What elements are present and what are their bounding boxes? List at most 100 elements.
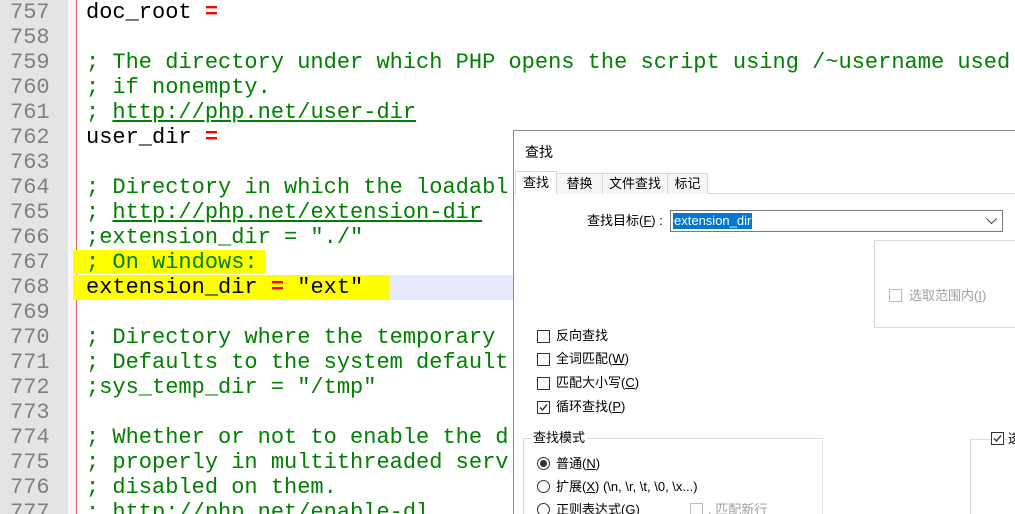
- line-number[interactable]: 777: [10, 500, 50, 514]
- regex-row: 正则表达式(G) . 匹配新行: [513, 500, 1015, 514]
- find-what-combobox[interactable]: extension_dir: [670, 210, 1003, 232]
- line-number[interactable]: 765: [10, 200, 50, 225]
- accelerator-key: C: [625, 375, 635, 390]
- line-number[interactable]: 761: [10, 100, 50, 125]
- code-comment: ; Defaults to the system default: [86, 350, 509, 375]
- line-number[interactable]: 771: [10, 350, 50, 375]
- label-text: 全词匹配(: [556, 351, 613, 366]
- code-line[interactable]: ; Directory in which the loadabl: [86, 175, 508, 200]
- code-line[interactable]: extension_dir = "ext": [86, 275, 363, 300]
- whole-word-checkbox[interactable]: [537, 353, 550, 366]
- line-number[interactable]: 775: [10, 450, 50, 475]
- line-number[interactable]: 763: [10, 150, 50, 175]
- code-line[interactable]: ;sys_temp_dir = "/tmp": [86, 375, 376, 400]
- code-line[interactable]: ; Whether or not to enable the d: [86, 425, 508, 450]
- chevron-down-icon[interactable]: [986, 218, 997, 225]
- code-line[interactable]: ; On windows:: [86, 250, 258, 275]
- line-number[interactable]: 770: [10, 325, 50, 350]
- label-text: 查找模式: [531, 430, 588, 445]
- line-number[interactable]: 758: [10, 25, 50, 50]
- line-number-gutter[interactable]: 757 758 759 760 761 762 763 764 765 766 767 768 769 7…: [0, 0, 68, 514]
- checkmark-icon: [539, 404, 548, 412]
- code-comment: ;extension_dir = "./": [86, 225, 364, 250]
- find-dialog: 查找 查找 替换 文件查找 标记 查找目标(F) : extension_dir…: [513, 130, 1015, 514]
- code-comment: ;: [86, 200, 113, 225]
- code-text: doc_root: [86, 0, 205, 25]
- line-number[interactable]: 762: [10, 125, 50, 150]
- code-comment: ; properly in multithreaded serv: [86, 450, 509, 475]
- code-comment: ; Directory in which the loadabl: [86, 175, 509, 200]
- line-number[interactable]: 768: [10, 275, 50, 300]
- label-text: 匹配大小写(: [556, 375, 626, 390]
- code-link[interactable]: http://php.net/extension-dir: [112, 200, 482, 225]
- label-text: ): [635, 502, 640, 514]
- tab-find-in-files[interactable]: 文件查找: [602, 173, 668, 194]
- tab-mark[interactable]: 标记: [667, 173, 708, 194]
- tab-replace[interactable]: 替换: [556, 173, 603, 194]
- dialog-border: [513, 130, 514, 514]
- code-link[interactable]: http://php.net/enable-dl: [112, 500, 429, 514]
- line-number[interactable]: 773: [10, 400, 50, 425]
- mode-normal-label[interactable]: 普通(N): [556, 455, 600, 473]
- match-case-label[interactable]: 匹配大小写(C): [556, 374, 639, 392]
- line-number[interactable]: 776: [10, 475, 50, 500]
- mode-regex-label[interactable]: 正则表达式(G): [556, 501, 640, 514]
- code-comment: ; if nonempty.: [86, 75, 271, 100]
- code-comment: ; disabled on them.: [86, 475, 337, 500]
- line-number[interactable]: 769: [10, 300, 50, 325]
- code-text: "ext": [284, 275, 364, 300]
- line-number[interactable]: 772: [10, 375, 50, 400]
- dialog-title-bar[interactable]: 查找: [514, 131, 1015, 170]
- line-number[interactable]: 774: [10, 425, 50, 450]
- mode-extended-radio[interactable]: [537, 480, 550, 493]
- label-text: 普通(: [556, 456, 587, 471]
- line-number[interactable]: 759: [10, 50, 50, 75]
- label-text: ): [595, 456, 601, 471]
- dot-matches-newline-label[interactable]: . 匹配新行: [708, 501, 767, 514]
- backward-direction-checkbox[interactable]: [537, 330, 550, 343]
- code-line[interactable]: user_dir =: [86, 125, 218, 150]
- accelerator-key: W: [612, 351, 625, 366]
- code-line[interactable]: ; http://php.net/enable-dl: [86, 500, 429, 514]
- mode-normal-radio[interactable]: [537, 457, 550, 470]
- in-selection-checkbox[interactable]: [889, 289, 902, 302]
- code-link[interactable]: http://php.net/user-dir: [112, 100, 416, 125]
- line-number[interactable]: 757: [10, 0, 50, 25]
- dot-matches-newline-checkbox[interactable]: [690, 503, 703, 514]
- code-line[interactable]: ; disabled on them.: [86, 475, 337, 500]
- backward-direction-label[interactable]: 反向查找: [556, 327, 608, 345]
- code-operator: =: [204, 125, 219, 150]
- whole-word-label[interactable]: 全词匹配(W): [556, 350, 629, 368]
- match-case-checkbox[interactable]: [537, 377, 550, 390]
- label-text: 反向查找: [556, 328, 609, 343]
- transparency-label-clip: 透: [1008, 430, 1015, 448]
- dialog-title: 查找: [525, 144, 553, 160]
- wrap-around-checkbox[interactable]: [537, 401, 550, 414]
- code-line[interactable]: ;extension_dir = "./": [86, 225, 363, 250]
- line-number[interactable]: 766: [10, 225, 50, 250]
- transparency-checkbox[interactable]: [991, 432, 1004, 445]
- mode-extended-label[interactable]: 扩展(X) (\n, \r, \t, \0, \x...): [556, 478, 698, 496]
- code-line[interactable]: doc_root =: [86, 0, 218, 25]
- code-line[interactable]: ; Directory where the temporary: [86, 325, 495, 350]
- code-line[interactable]: ; properly in multithreaded serv: [86, 450, 508, 475]
- tab-find[interactable]: 查找: [515, 171, 557, 194]
- code-comment: ; Whether or not to enable the d: [86, 425, 509, 450]
- code-line[interactable]: ; if nonempty.: [86, 75, 271, 100]
- in-selection-label[interactable]: 选取范围内(I): [909, 287, 986, 305]
- code-line[interactable]: ; The directory under which PHP opens th…: [86, 50, 1010, 75]
- line-number[interactable]: 760: [10, 75, 50, 100]
- transparency-label[interactable]: 透: [1008, 430, 1015, 448]
- code-text: extension_dir: [86, 275, 271, 300]
- wrap-around-label[interactable]: 循环查找(P): [556, 398, 625, 416]
- code-comment: ;sys_temp_dir = "/tmp": [86, 375, 377, 400]
- code-line[interactable]: ; http://php.net/user-dir: [86, 100, 416, 125]
- mode-regex-radio[interactable]: [537, 503, 550, 514]
- find-what-input[interactable]: extension_dir: [673, 213, 753, 229]
- code-line[interactable]: ; Defaults to the system default: [86, 350, 508, 375]
- line-number[interactable]: 767: [10, 250, 50, 275]
- accelerator-key: P: [612, 399, 622, 414]
- line-number[interactable]: 764: [10, 175, 50, 200]
- selection-group: [874, 240, 1015, 328]
- code-line[interactable]: ; http://php.net/extension-dir: [86, 200, 482, 225]
